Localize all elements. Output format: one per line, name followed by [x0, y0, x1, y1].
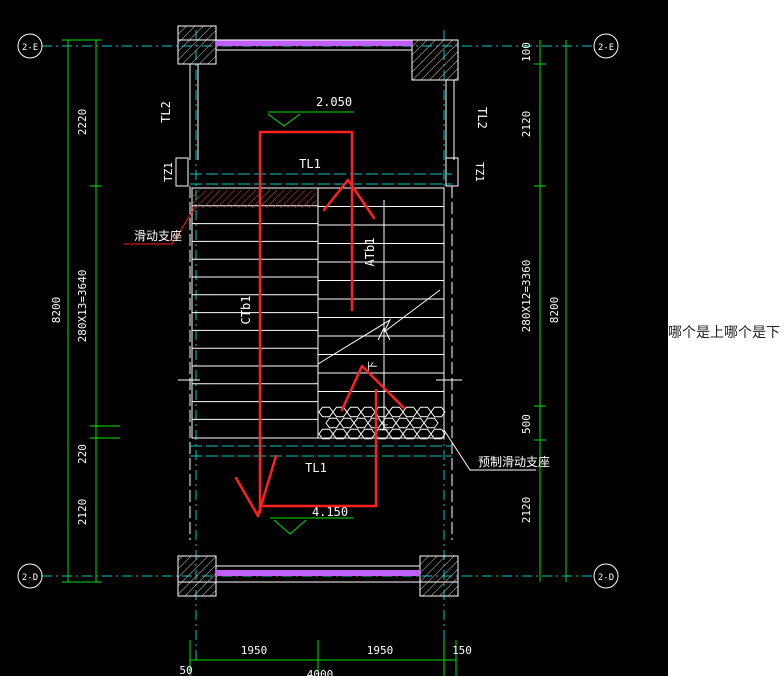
axis-label-top-left: 2-E: [22, 43, 38, 53]
dim-bottom-small: 50: [179, 664, 192, 676]
axis-bubble-top-right: 2-E: [593, 33, 619, 59]
support-hexagon: [423, 417, 439, 429]
red-markup-annotation: [234, 130, 406, 518]
support-hexagon: [325, 417, 341, 429]
support-hexagon: [416, 428, 432, 440]
flight-arrows: [377, 200, 391, 430]
support-hexagon: [388, 406, 404, 418]
beam-label-tl2-left: TL2: [159, 101, 173, 123]
support-hexagon: [360, 406, 376, 418]
beam-label-bottom: TL1: [305, 461, 327, 475]
support-hexagon: [318, 406, 334, 418]
stair-plan-drawing: 2-E 2-E 2-D 2-D 2.050 4.150 TL1 TL1 TL2 …: [17, 25, 619, 676]
up-mark: 上: [379, 421, 389, 433]
dim-right-total: 8200: [548, 297, 561, 324]
sliding-support-hatch: [192, 190, 316, 208]
support-hexagon: [360, 428, 376, 440]
support-hexagon: [402, 406, 418, 418]
support-hexagon: [332, 428, 348, 440]
side-question-text: 哪个是上哪个是下: [668, 325, 780, 341]
dim-left-lower: 220: [76, 444, 89, 464]
sliding-support-callout: 滑动支座: [124, 205, 197, 245]
top-walls: [177, 25, 459, 81]
dim-right-top: 2120: [520, 111, 533, 138]
support-hexagon: [430, 406, 446, 418]
dim-right-top-small: 100: [520, 42, 533, 62]
axis-label-bottom-right: 2-D: [598, 573, 614, 583]
dim-left-bottom: 2120: [76, 499, 89, 526]
support-hexagon: [346, 428, 362, 440]
flight-label-right: ATb1: [363, 238, 377, 267]
support-hexagon: [339, 417, 355, 429]
bottom-walls: [177, 555, 459, 597]
cad-drawing-area: 2-E 2-E 2-D 2-D 2.050 4.150 TL1 TL1 TL2 …: [0, 0, 668, 676]
support-hexagon: [416, 406, 432, 418]
column-label-tz-right: TZ1: [473, 162, 486, 182]
beam-label-tl2-right: TL2: [475, 107, 489, 129]
beam-label-top: TL1: [299, 157, 321, 171]
embedded-support-label: 预制滑动支座: [478, 454, 550, 469]
dim-right-middle: 280X12=3360: [520, 260, 533, 333]
dim-bottom-edge: 150: [452, 644, 472, 657]
flight-label-left: CTb1: [239, 296, 253, 325]
left-dimension-lines: [62, 39, 120, 583]
dim-left-total: 8200: [50, 297, 63, 324]
support-hexagon: [430, 428, 446, 440]
stair-treads: [191, 187, 445, 439]
support-hexagon: [353, 417, 369, 429]
dim-left-top: 2220: [76, 109, 89, 136]
support-hexagon: [409, 417, 425, 429]
support-hexagon: [318, 428, 334, 440]
support-hexagon: [346, 406, 362, 418]
dim-bottom-right: 1950: [367, 644, 394, 657]
dim-right-bottom: 2120: [520, 497, 533, 524]
axis-bubble-top-left: 2-E: [17, 33, 43, 59]
support-hexagon: [402, 428, 418, 440]
axis-label-top-right: 2-E: [598, 43, 614, 53]
dim-left-middle: 280X13=3640: [76, 270, 89, 343]
axis-bubble-bottom-left: 2-D: [17, 563, 43, 589]
elevation-top-label: 2.050: [316, 95, 352, 109]
axis-label-bottom-left: 2-D: [22, 573, 38, 583]
column-label-tz-left: TZ1: [162, 162, 175, 182]
axis-bubble-bottom-right: 2-D: [593, 563, 619, 589]
support-hexagon: [388, 428, 404, 440]
sliding-support-label: 滑动支座: [134, 228, 182, 243]
landing-beams: [190, 173, 452, 457]
dim-bottom-total: 4000: [307, 668, 334, 676]
down-mark: 下: [368, 361, 379, 371]
dim-right-lower: 500: [520, 414, 533, 434]
support-hexagon: [395, 417, 411, 429]
support-hexagon: [332, 406, 348, 418]
dim-bottom-left: 1950: [241, 644, 268, 657]
embedded-support-callout: 预制滑动支座: [443, 429, 550, 471]
